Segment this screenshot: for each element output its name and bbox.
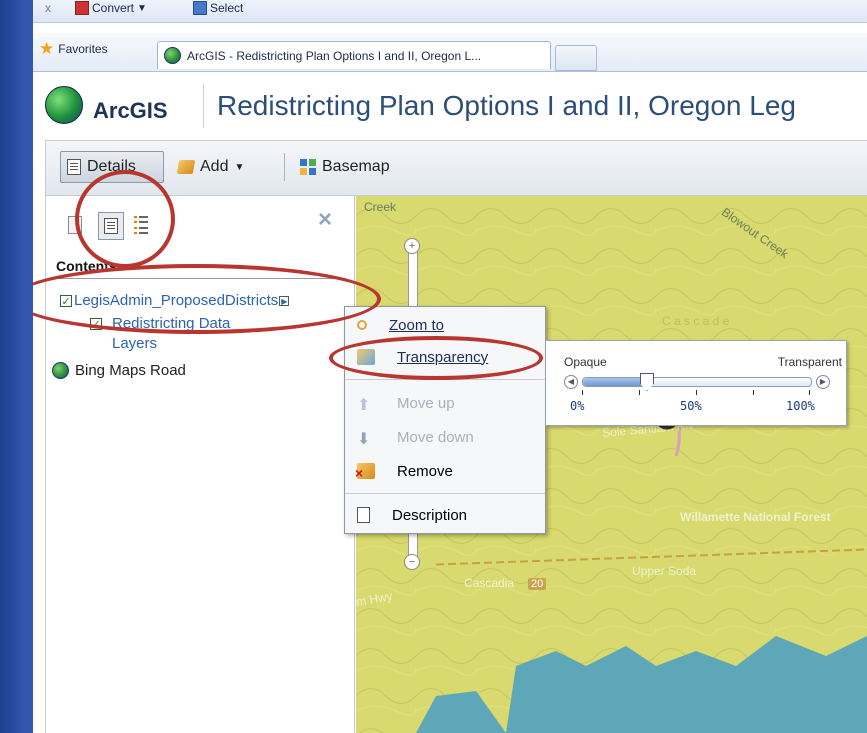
tick-label-100: 100% <box>786 399 815 413</box>
convert-button[interactable]: Convert ▼ <box>75 1 147 15</box>
route-shield: 20 <box>528 578 547 590</box>
layer-bing-maps-road[interactable]: Bing Maps Road <box>52 362 186 379</box>
map-label-cascadia: Cascadia <box>464 576 515 590</box>
tick-mark <box>639 390 640 395</box>
transparency-slider-track[interactable] <box>582 377 812 387</box>
close-icon[interactable]: × <box>318 206 332 234</box>
tick-mark <box>582 390 583 395</box>
favorites-bar: ★ Favorites ArcGIS - Redistricting Plan O… <box>33 33 867 72</box>
map-label-cascade: C a s c a d e <box>662 314 730 328</box>
select-label: Select <box>210 1 244 15</box>
map-label-forest: Willamette National Forest <box>680 510 831 524</box>
basemap-layer-label: Bing Maps Road <box>75 362 186 379</box>
caret-icon: ▼ <box>137 2 147 14</box>
toolbar: Details Add ▼ Basemap <box>45 140 867 196</box>
menu-item-move-up: ⬆ Move up <box>345 389 545 417</box>
menu-label: Description <box>392 506 468 524</box>
star-icon: ★ <box>39 39 55 58</box>
zoom-in-button[interactable]: + <box>404 238 420 254</box>
remove-icon <box>355 463 375 481</box>
command-bar: x Convert ▼ Select <box>33 0 867 23</box>
transparency-slider-fill <box>583 378 647 386</box>
menu-separator <box>345 493 545 494</box>
basemap-label: Basemap <box>322 158 390 175</box>
sublayer-label-line2[interactable]: Layers <box>96 334 230 354</box>
basemap-button[interactable]: Basemap <box>294 151 396 183</box>
details-icon <box>67 159 81 175</box>
menu-label: Move up <box>397 394 455 412</box>
arrow-up-icon: ⬆ <box>357 397 371 414</box>
menu-label: Remove <box>397 462 453 480</box>
tick-mark <box>696 390 697 395</box>
menu-label: Zoom to <box>389 316 445 334</box>
arcgis-header: ArcGIS Redistricting Plan Options I and … <box>33 72 867 138</box>
map-label-upper-soda: Upper Soda <box>632 564 697 578</box>
annotation-circle-contents-tab <box>75 170 175 268</box>
add-button[interactable]: Add ▼ <box>172 151 250 183</box>
zoom-out-button[interactable]: − <box>404 554 420 570</box>
browser-window: x Convert ▼ Select ★ Favorites ArcGIS - Re… <box>33 0 867 733</box>
increase-transparency-button[interactable]: ▶ <box>816 375 830 389</box>
menu-label: Move down <box>397 428 474 446</box>
pdf-icon <box>75 1 89 15</box>
menu-item-zoom-to[interactable]: Zoom to <box>345 311 545 339</box>
menu-item-remove[interactable]: Remove <box>345 457 545 485</box>
bing-globe-icon <box>52 362 69 379</box>
zoom-icon <box>357 320 367 330</box>
header-divider <box>203 84 204 128</box>
favorites-button[interactable]: ★ Favorites <box>39 39 108 58</box>
arrow-down-icon: ⬇ <box>357 431 371 448</box>
tick-mark <box>753 390 754 395</box>
add-icon <box>176 160 196 174</box>
tick-label-0: 0% <box>570 399 585 413</box>
select-button[interactable]: Select <box>193 1 243 15</box>
new-tab-button[interactable] <box>555 45 597 71</box>
menu-item-description[interactable]: Description <box>345 501 545 529</box>
annotation-ellipse-transparency <box>329 336 543 380</box>
favorites-label: Favorites <box>58 42 108 56</box>
decrease-transparency-button[interactable]: ◀ <box>564 375 578 389</box>
convert-label: Convert <box>92 1 135 15</box>
browser-tab[interactable]: ArcGIS - Redistricting Plan Options I an… <box>157 41 551 69</box>
menu-item-move-down: ⬇ Move down <box>345 423 545 451</box>
transparency-popup: Opaque Transparent ◀ ▶ 0% 50% 100% <box>545 340 847 426</box>
add-label: Add <box>200 158 229 175</box>
transparency-slider-thumb[interactable] <box>640 373 654 391</box>
toolbar-divider <box>284 153 285 181</box>
tab-title: ArcGIS - Redistricting Plan Options I an… <box>187 48 482 63</box>
description-icon <box>357 507 370 523</box>
opaque-label: Opaque <box>564 355 607 369</box>
close-tab-icon[interactable]: x <box>45 1 51 15</box>
map-title: Redistricting Plan Options I and II, Ore… <box>217 90 796 121</box>
map-label-creek: Creek <box>364 200 397 214</box>
chevron-down-icon: ▼ <box>234 161 245 173</box>
select-icon <box>193 1 207 15</box>
basemap-icon <box>300 159 316 175</box>
tick-label-50: 50% <box>680 399 702 413</box>
arcgis-globe-icon <box>45 86 83 124</box>
transparent-label: Transparent <box>777 355 842 369</box>
globe-icon <box>164 47 181 64</box>
slider-ticks <box>582 390 810 395</box>
tick-mark <box>809 390 810 395</box>
arcgis-brand[interactable]: ArcGIS <box>93 98 168 124</box>
